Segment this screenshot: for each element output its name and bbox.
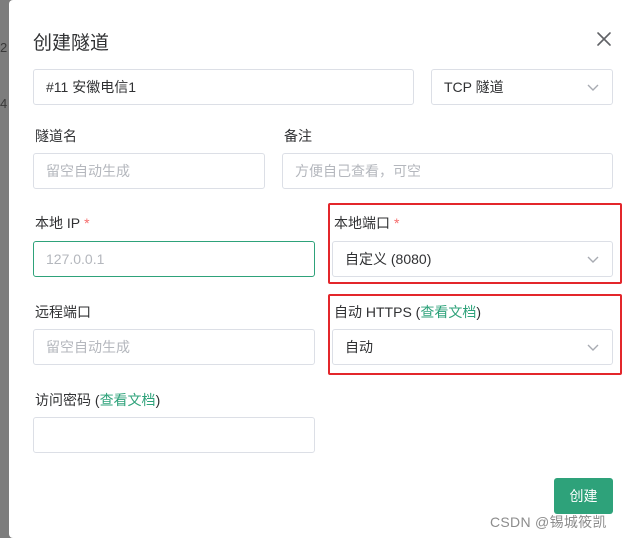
- remote-port-input[interactable]: [46, 339, 314, 355]
- note-input[interactable]: [295, 163, 612, 179]
- chevron-down-icon: [587, 84, 599, 91]
- password-field[interactable]: [33, 417, 315, 453]
- remote-port-label: 远程端口: [35, 304, 91, 320]
- password-input[interactable]: [46, 427, 314, 443]
- node-select[interactable]: #11 安徽电信1: [33, 69, 414, 105]
- highlight-box-local-port: [328, 203, 622, 284]
- create-tunnel-dialog: 创建隧道 #11 安徽电信1 TCP 隧道 隧道名 备注 本地 IP* 本地端口…: [9, 0, 643, 538]
- local-ip-input[interactable]: [46, 251, 314, 267]
- tunnel-type-value: TCP 隧道: [444, 79, 504, 95]
- tunnel-type-select[interactable]: TCP 隧道: [431, 69, 613, 105]
- password-docs-link[interactable]: 查看文档: [100, 392, 156, 408]
- note-field[interactable]: [282, 153, 613, 189]
- create-button[interactable]: 创建: [554, 478, 613, 514]
- tunnel-name-input[interactable]: [46, 163, 264, 179]
- required-mark: *: [84, 215, 90, 231]
- close-icon[interactable]: [595, 30, 613, 48]
- remote-port-field[interactable]: [33, 329, 315, 365]
- node-select-value: #11 安徽电信1: [46, 79, 136, 95]
- background-fragment: 2: [0, 40, 8, 55]
- tunnel-name-label: 隧道名: [35, 128, 77, 144]
- local-ip-label-text: 本地 IP: [35, 215, 81, 231]
- dialog-title: 创建隧道: [33, 33, 110, 54]
- highlight-box-auto-https: [328, 294, 622, 375]
- password-label: 访问密码 (查看文档): [35, 390, 160, 410]
- watermark: CSDN @锡城筱凯: [490, 514, 607, 530]
- local-ip-label: 本地 IP *: [35, 213, 90, 233]
- note-label: 备注: [284, 128, 312, 144]
- password-label-close: ): [155, 392, 161, 408]
- background-fragment: 4: [0, 96, 8, 111]
- local-ip-field[interactable]: [33, 241, 315, 277]
- password-label-text: 访问密码 (: [35, 392, 100, 408]
- tunnel-name-field[interactable]: [33, 153, 265, 189]
